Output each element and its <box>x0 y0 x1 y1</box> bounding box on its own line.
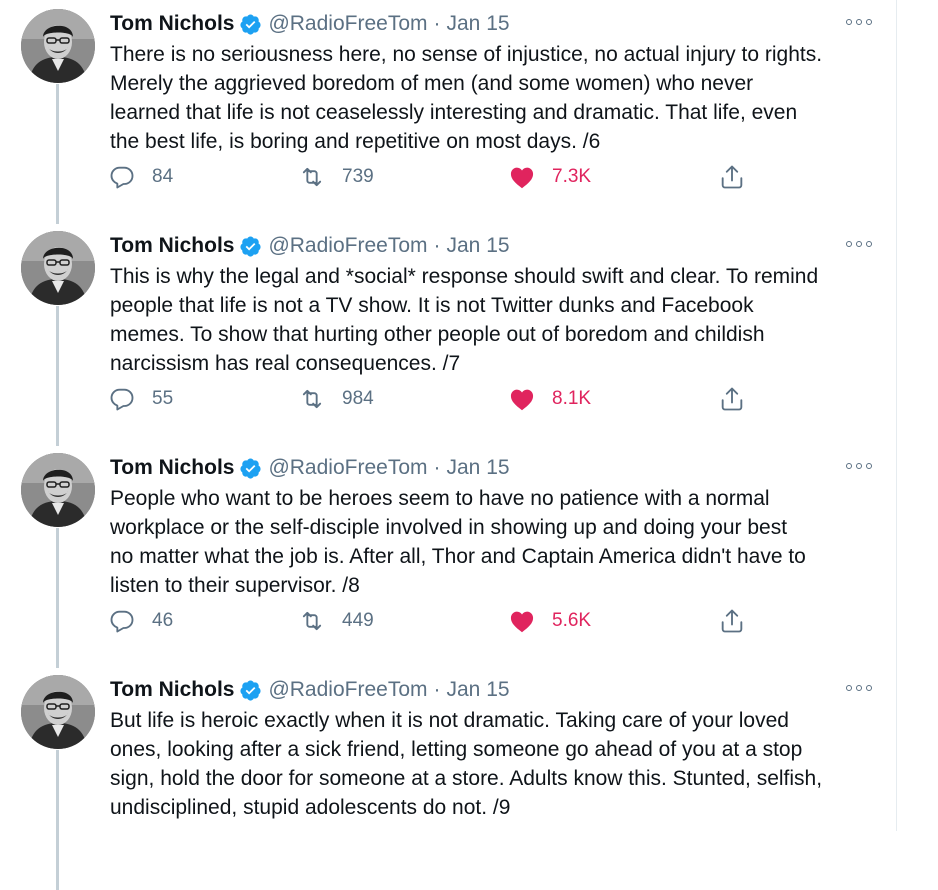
like-count: 8.1K <box>552 388 592 409</box>
tweet[interactable]: Tom Nichols @RadioFreeTom · Jan 15 This … <box>0 222 896 446</box>
share-icon <box>721 609 743 633</box>
reply-icon <box>110 388 134 411</box>
author-handle[interactable]: @RadioFreeTom <box>268 453 427 483</box>
tweet-header: Tom Nichols @RadioFreeTom · Jan 15 <box>110 231 510 261</box>
author-name[interactable]: Tom Nichols <box>110 675 234 705</box>
tweet-header: Tom Nichols @RadioFreeTom · Jan 15 <box>110 9 510 39</box>
retweet-count: 984 <box>342 388 374 409</box>
author-handle[interactable]: @RadioFreeTom <box>268 675 427 705</box>
more-icon[interactable] <box>846 16 872 28</box>
author-name[interactable]: Tom Nichols <box>110 9 234 39</box>
reply-count: 84 <box>152 166 174 187</box>
tweet-actions: 55 984 8.1K <box>108 384 758 414</box>
like-count: 7.3K <box>552 166 592 187</box>
tweet[interactable]: Tom Nichols @RadioFreeTom · Jan 15 There… <box>0 0 896 224</box>
like-button[interactable]: 7.3K <box>508 162 591 192</box>
separator: · <box>433 234 441 257</box>
author-name[interactable]: Tom Nichols <box>110 453 234 483</box>
avatar-image <box>21 675 95 749</box>
separator: · <box>433 12 441 35</box>
verified-badge-icon <box>239 457 262 480</box>
tweet-header: Tom Nichols @RadioFreeTom · Jan 15 <box>110 453 510 483</box>
thread-line <box>56 750 59 890</box>
reply-icon <box>110 166 134 189</box>
retweet-icon <box>302 389 322 409</box>
reply-button[interactable]: 46 <box>108 606 173 636</box>
reply-button[interactable]: 84 <box>108 162 173 192</box>
tweet-actions: 84 739 7.3K <box>108 162 758 192</box>
retweet-count: 739 <box>342 166 374 187</box>
retweet-icon <box>302 167 322 187</box>
reply-count: 55 <box>152 388 174 409</box>
tweet-text: People who want to be heroes seem to hav… <box>110 487 806 597</box>
avatar-image <box>21 9 95 83</box>
timeline-border <box>896 0 897 831</box>
thread-line <box>56 84 59 224</box>
heart-icon <box>510 611 534 633</box>
more-icon[interactable] <box>846 238 872 250</box>
share-icon <box>721 165 743 189</box>
verified-badge-icon <box>239 679 262 702</box>
verified-badge-icon <box>239 13 262 36</box>
retweet-count: 449 <box>342 610 374 631</box>
share-icon <box>721 387 743 411</box>
retweet-icon <box>302 611 322 631</box>
tweet-date[interactable]: Jan 15 <box>447 675 510 705</box>
avatar-image <box>21 231 95 305</box>
tweet-date[interactable]: Jan 15 <box>447 231 510 261</box>
separator: · <box>433 678 441 701</box>
share-button[interactable] <box>718 606 746 636</box>
like-button[interactable]: 5.6K <box>508 606 591 636</box>
heart-icon <box>510 167 534 189</box>
more-icon[interactable] <box>846 682 872 694</box>
retweet-button[interactable]: 739 <box>298 162 374 192</box>
tweet-date[interactable]: Jan 15 <box>447 9 510 39</box>
heart-icon <box>510 389 534 411</box>
retweet-button[interactable]: 449 <box>298 606 374 636</box>
avatar[interactable] <box>21 9 95 83</box>
verified-badge-icon <box>239 235 262 258</box>
reply-count: 46 <box>152 610 174 631</box>
tweet-text: This is why the legal and *social* respo… <box>110 265 819 375</box>
share-button[interactable] <box>718 162 746 192</box>
more-icon[interactable] <box>846 460 872 472</box>
tweet-text: There is no seriousness here, no sense o… <box>110 43 823 153</box>
tweet-actions: 46 449 5.6K <box>108 606 758 636</box>
thread-line <box>56 306 59 446</box>
tweet[interactable]: Tom Nichols @RadioFreeTom · Jan 15 But l… <box>0 666 896 890</box>
avatar-image <box>21 453 95 527</box>
like-button[interactable]: 8.1K <box>508 384 591 414</box>
author-handle[interactable]: @RadioFreeTom <box>268 9 427 39</box>
like-count: 5.6K <box>552 610 592 631</box>
author-handle[interactable]: @RadioFreeTom <box>268 231 427 261</box>
tweet[interactable]: Tom Nichols @RadioFreeTom · Jan 15 Peopl… <box>0 444 896 668</box>
avatar[interactable] <box>21 675 95 749</box>
reply-icon <box>110 610 134 633</box>
retweet-button[interactable]: 984 <box>298 384 374 414</box>
reply-button[interactable]: 55 <box>108 384 173 414</box>
tweet-header: Tom Nichols @RadioFreeTom · Jan 15 <box>110 675 510 705</box>
tweet-date[interactable]: Jan 15 <box>447 453 510 483</box>
avatar[interactable] <box>21 453 95 527</box>
tweet-text: But life is heroic exactly when it is no… <box>110 709 823 819</box>
share-button[interactable] <box>718 384 746 414</box>
avatar[interactable] <box>21 231 95 305</box>
thread-line <box>56 528 59 668</box>
author-name[interactable]: Tom Nichols <box>110 231 234 261</box>
separator: · <box>433 456 441 479</box>
